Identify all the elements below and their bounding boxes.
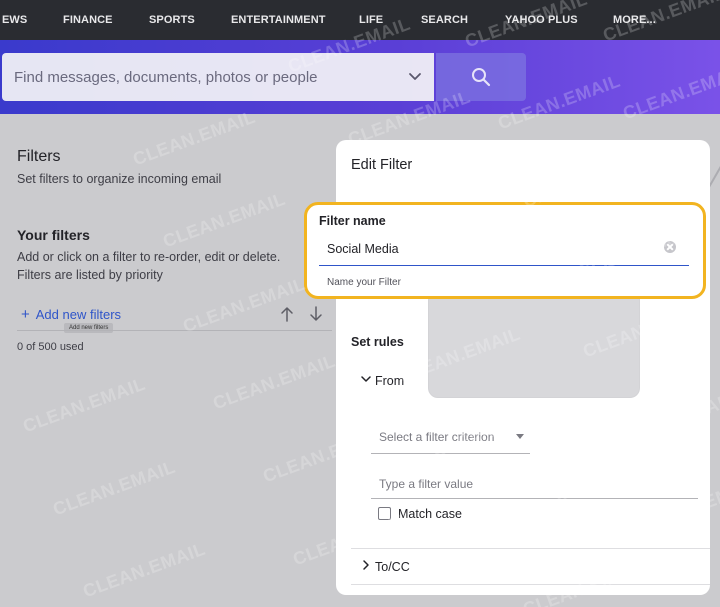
filter-criterion-placeholder: Select a filter criterion	[379, 430, 495, 444]
nav-item-news[interactable]: EWS	[2, 14, 27, 26]
checkbox-icon	[378, 507, 391, 520]
your-filters-heading: Your filters	[17, 227, 90, 243]
filter-name-label: Filter name	[319, 214, 386, 228]
move-up-icon[interactable]	[280, 306, 294, 322]
chevron-right-icon	[363, 560, 369, 570]
divider	[17, 330, 332, 331]
caret-down-icon	[516, 434, 524, 439]
your-filters-description: Add or click on a filter to re-order, ed…	[17, 250, 281, 282]
search-input[interactable]	[14, 65, 394, 89]
add-new-filters-label: Add new filters	[35, 307, 122, 322]
divider	[351, 584, 710, 585]
nav-item-sports[interactable]: SPORTS	[149, 14, 195, 26]
match-case-checkbox[interactable]: Match case	[378, 507, 462, 521]
filter-name-input[interactable]	[327, 239, 657, 259]
chevron-down-icon[interactable]	[407, 68, 423, 84]
nav-item-finance[interactable]: FINANCE	[63, 14, 113, 26]
add-new-filters-link[interactable]: + Add new filters	[21, 306, 121, 323]
nav-item-more[interactable]: MORE...	[613, 14, 656, 26]
header-band	[0, 40, 720, 114]
background-card	[428, 288, 640, 398]
nav-item-search[interactable]: SEARCH	[421, 14, 468, 26]
nav-item-entertainment[interactable]: ENTERTAINMENT	[231, 14, 326, 26]
tocc-section-toggle[interactable]: To/CC	[360, 559, 410, 574]
top-nav: EWS FINANCE SPORTS ENTERTAINMENT LIFE SE…	[0, 0, 720, 40]
from-label: From	[375, 374, 405, 388]
filter-criterion-select[interactable]: Select a filter criterion	[371, 424, 530, 454]
search-button[interactable]	[436, 53, 526, 101]
chevron-down-icon	[361, 376, 371, 382]
nav-item-yahoo-plus[interactable]: YAHOO PLUS	[505, 14, 578, 26]
page-title: Filters	[17, 148, 61, 165]
from-section-toggle[interactable]: From	[360, 373, 404, 388]
filter-value-input[interactable]	[371, 470, 698, 499]
nav-item-life[interactable]: LIFE	[359, 14, 383, 26]
filters-used-count: 0 of 500 used	[17, 341, 84, 353]
move-down-icon[interactable]	[309, 306, 323, 322]
match-case-label: Match case	[398, 507, 462, 521]
page-subtitle: Set filters to organize incoming email	[17, 172, 222, 186]
clear-icon[interactable]	[664, 241, 676, 253]
search-icon	[472, 68, 491, 87]
plus-icon: +	[21, 306, 30, 323]
divider	[351, 548, 710, 549]
filter-name-help: Name your Filter	[327, 277, 401, 288]
tocc-label: To/CC	[375, 560, 410, 574]
filter-name-underline	[319, 265, 689, 266]
edit-filter-title: Edit Filter	[351, 157, 413, 173]
filter-name-card: Filter name Name your Filter	[304, 202, 706, 299]
set-rules-heading: Set rules	[351, 335, 404, 349]
add-new-filters-tooltip: Add new filters	[64, 323, 114, 333]
search-box	[2, 53, 434, 101]
